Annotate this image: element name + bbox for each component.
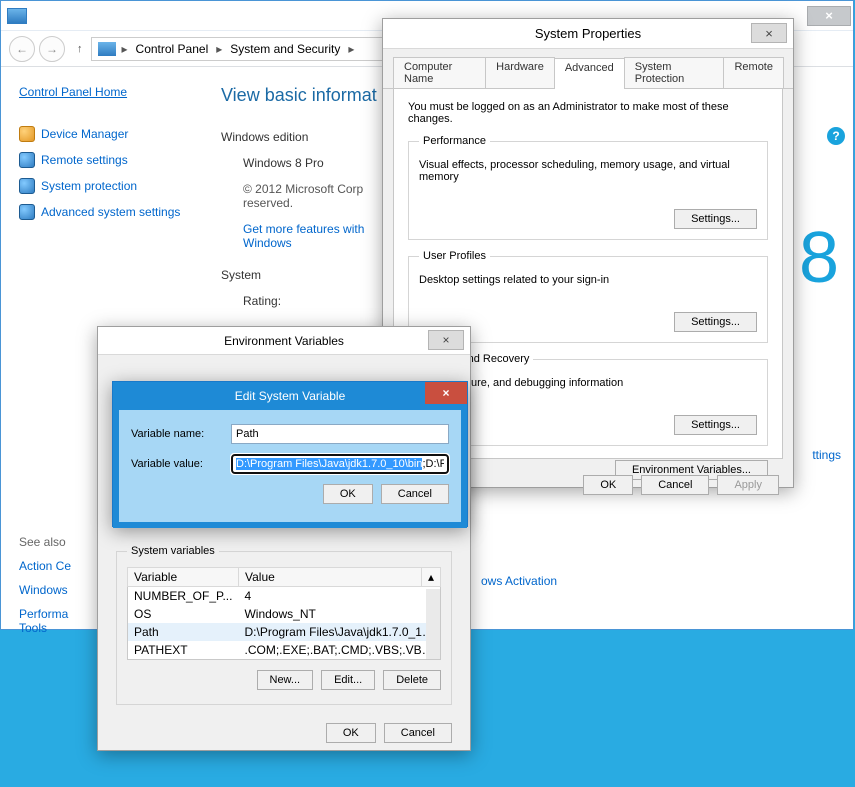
sidebar-item-label: Advanced system settings (41, 205, 180, 219)
cancel-button[interactable]: Cancel (384, 723, 452, 743)
cancel-button[interactable]: Cancel (381, 484, 449, 504)
table-row[interactable]: PathD:\Program Files\Java\jdk1.7.0_10\bi… (128, 623, 441, 641)
tab-computer-name[interactable]: Computer Name (393, 57, 486, 88)
tab-advanced[interactable]: Advanced (554, 58, 625, 89)
system-variables-group: System variables Variable Value ▴ NUMBER… (116, 545, 452, 705)
close-icon[interactable]: × (807, 6, 851, 26)
system-icon (7, 8, 27, 24)
window-title: System Properties (535, 26, 641, 41)
esv-titlebar: Edit System Variable × (113, 382, 467, 410)
table-row[interactable]: OSWindows_NT (128, 605, 441, 623)
breadcrumb-item[interactable]: Control Panel (130, 42, 215, 56)
close-icon[interactable]: × (751, 23, 787, 43)
delete-button[interactable]: Delete (383, 670, 441, 690)
up-icon[interactable]: ↑ (77, 43, 83, 55)
sp-titlebar: System Properties × (383, 19, 793, 49)
window-title: Environment Variables (224, 334, 344, 348)
ok-button[interactable]: OK (326, 723, 376, 743)
sidebar-item-device-manager[interactable]: Device Manager (19, 121, 203, 147)
group-performance: Performance Visual effects, processor sc… (408, 135, 768, 240)
col-scroll-placeholder: ▴ (421, 568, 440, 587)
table-row[interactable]: PATHEXT.COM;.EXE;.BAT;.CMD;.VBS;.VBE;.JS… (128, 641, 441, 660)
group-title: System variables (127, 545, 219, 557)
settings-button[interactable]: Settings... (674, 415, 757, 435)
close-icon[interactable]: × (428, 330, 464, 350)
windows-8-logo: 8 (799, 217, 839, 299)
shield-icon (19, 152, 35, 168)
tab-hardware[interactable]: Hardware (485, 57, 555, 88)
sidebar-item-advanced[interactable]: Advanced system settings (19, 199, 203, 225)
back-icon[interactable]: ← (9, 36, 35, 62)
cancel-button[interactable]: Cancel (641, 475, 709, 495)
control-panel-home-link[interactable]: Control Panel Home (19, 85, 127, 99)
table-row[interactable]: NUMBER_OF_P...4 (128, 587, 441, 606)
tab-remote[interactable]: Remote (723, 57, 784, 88)
settings-button[interactable]: Settings... (674, 312, 757, 332)
tab-protection[interactable]: System Protection (624, 57, 725, 88)
settings-button[interactable]: Settings... (674, 209, 757, 229)
sidebar-item-label: Device Manager (41, 127, 128, 141)
sidebar-item-label: System protection (41, 179, 137, 193)
variable-name-input[interactable] (231, 424, 449, 444)
col-value[interactable]: Value (238, 568, 421, 587)
col-variable[interactable]: Variable (128, 568, 239, 587)
ev-titlebar: Environment Variables × (98, 327, 470, 355)
device-icon (19, 126, 35, 142)
system-variables-table[interactable]: Variable Value ▴ NUMBER_OF_P...4 OSWindo… (127, 567, 441, 660)
breadcrumb-item[interactable]: System and Security (224, 42, 346, 56)
sidebar-item-remote[interactable]: Remote settings (19, 147, 203, 173)
sidebar-item-label: Remote settings (41, 153, 128, 167)
group-title: User Profiles (419, 250, 490, 262)
activation-link[interactable]: ows Activation (481, 574, 557, 588)
variable-value-label: Variable value: (131, 458, 231, 470)
group-desc: Visual effects, processor scheduling, me… (419, 159, 757, 183)
shield-icon (19, 178, 35, 194)
computer-icon (98, 42, 116, 56)
sidebar-item-protection[interactable]: System protection (19, 173, 203, 199)
forward-icon[interactable]: → (39, 36, 65, 62)
close-icon[interactable]: × (425, 382, 467, 404)
ok-button[interactable]: OK (583, 475, 633, 495)
edit-system-variable-window: Edit System Variable × Variable name: Va… (112, 381, 468, 527)
edit-button[interactable]: Edit... (321, 670, 375, 690)
ok-button[interactable]: OK (323, 484, 373, 504)
group-title: Performance (419, 135, 490, 147)
window-title: Edit System Variable (235, 389, 346, 403)
admin-note: You must be logged on as an Administrato… (408, 101, 768, 125)
sp-tabs: Computer Name Hardware Advanced System P… (383, 49, 793, 89)
settings-partial[interactable]: ttings (812, 448, 841, 462)
variable-name-label: Variable name: (131, 428, 231, 440)
shield-icon (19, 204, 35, 220)
apply-button: Apply (717, 475, 779, 495)
new-button[interactable]: New... (257, 670, 314, 690)
variable-value-input[interactable] (231, 454, 449, 474)
help-icon[interactable]: ? (827, 127, 845, 145)
group-desc: Desktop settings related to your sign-in (419, 274, 757, 286)
